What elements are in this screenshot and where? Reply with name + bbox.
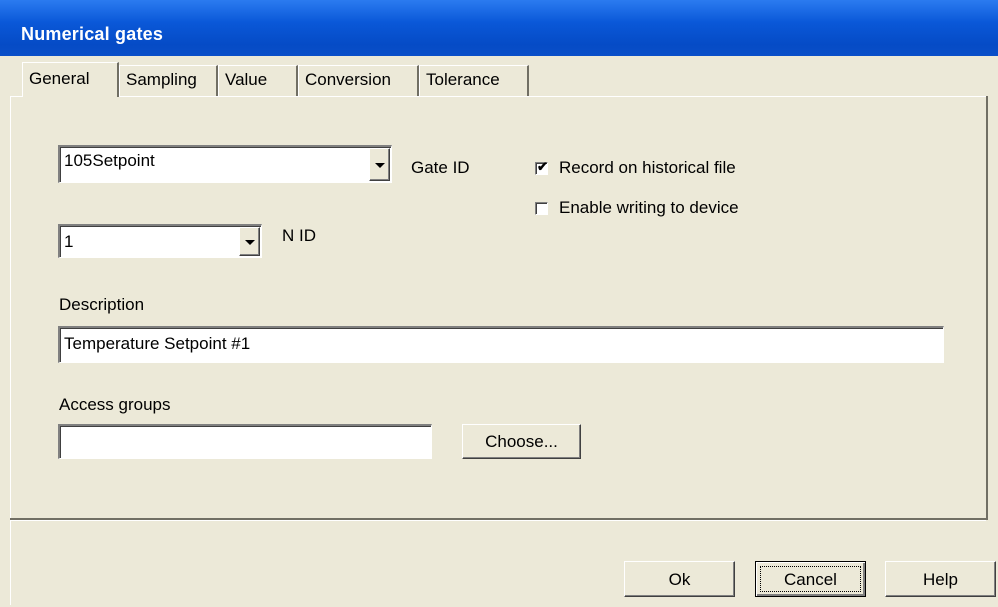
n-id-label: N ID — [282, 226, 316, 245]
gate-id-dropdown-button[interactable] — [369, 148, 390, 181]
chevron-down-icon — [245, 240, 255, 245]
ok-button[interactable]: Ok — [624, 561, 735, 597]
tab-sampling-label: Sampling — [126, 70, 197, 89]
title-bar[interactable]: Numerical gates — [0, 0, 998, 56]
window-frame — [0, 56, 10, 607]
n-id-dropdown[interactable]: 1 — [58, 224, 262, 258]
enable-writing-checkbox[interactable] — [535, 202, 548, 215]
tab-tolerance[interactable]: Tolerance — [419, 65, 529, 96]
cancel-button[interactable]: Cancel — [755, 561, 866, 597]
description-label: Description — [59, 295, 145, 314]
n-id-dropdown-button[interactable] — [239, 227, 260, 256]
description-value: Temperature Setpoint #1 — [64, 334, 251, 353]
tab-value-label: Value — [225, 70, 268, 89]
access-groups-label: Access groups — [59, 395, 171, 414]
tab-sampling[interactable]: Sampling — [119, 65, 218, 96]
tab-value[interactable]: Value — [218, 65, 298, 96]
ok-button-label: Ok — [668, 570, 691, 589]
gate-id-value: 105Setpoint — [64, 151, 155, 170]
panel-edge — [986, 96, 988, 520]
choose-button-label: Choose... — [485, 432, 558, 451]
tab-tolerance-label: Tolerance — [426, 70, 500, 89]
description-input[interactable]: Temperature Setpoint #1 — [58, 326, 944, 363]
help-button[interactable]: Help — [885, 561, 996, 597]
tab-general[interactable]: General — [22, 62, 119, 97]
chevron-down-icon — [375, 163, 385, 168]
panel-divider-highlight — [10, 520, 986, 521]
window-title: Numerical gates — [21, 24, 164, 44]
n-id-value: 1 — [64, 232, 74, 251]
access-groups-input[interactable] — [58, 424, 432, 459]
checkmark-icon: ✔ — [537, 159, 548, 174]
record-historical-label[interactable]: Record on historical file — [559, 158, 736, 178]
choose-button[interactable]: Choose... — [462, 424, 581, 459]
enable-writing-label[interactable]: Enable writing to device — [559, 198, 739, 218]
tab-conversion-label: Conversion — [305, 70, 391, 89]
record-historical-checkbox[interactable]: ✔ — [535, 159, 548, 175]
help-button-label: Help — [923, 570, 958, 589]
tab-conversion[interactable]: Conversion — [298, 65, 419, 96]
tab-general-label: General — [29, 69, 90, 88]
gate-id-dropdown[interactable]: 105Setpoint — [58, 145, 392, 183]
cancel-button-label: Cancel — [784, 570, 837, 589]
gate-id-label: Gate ID — [411, 158, 470, 177]
